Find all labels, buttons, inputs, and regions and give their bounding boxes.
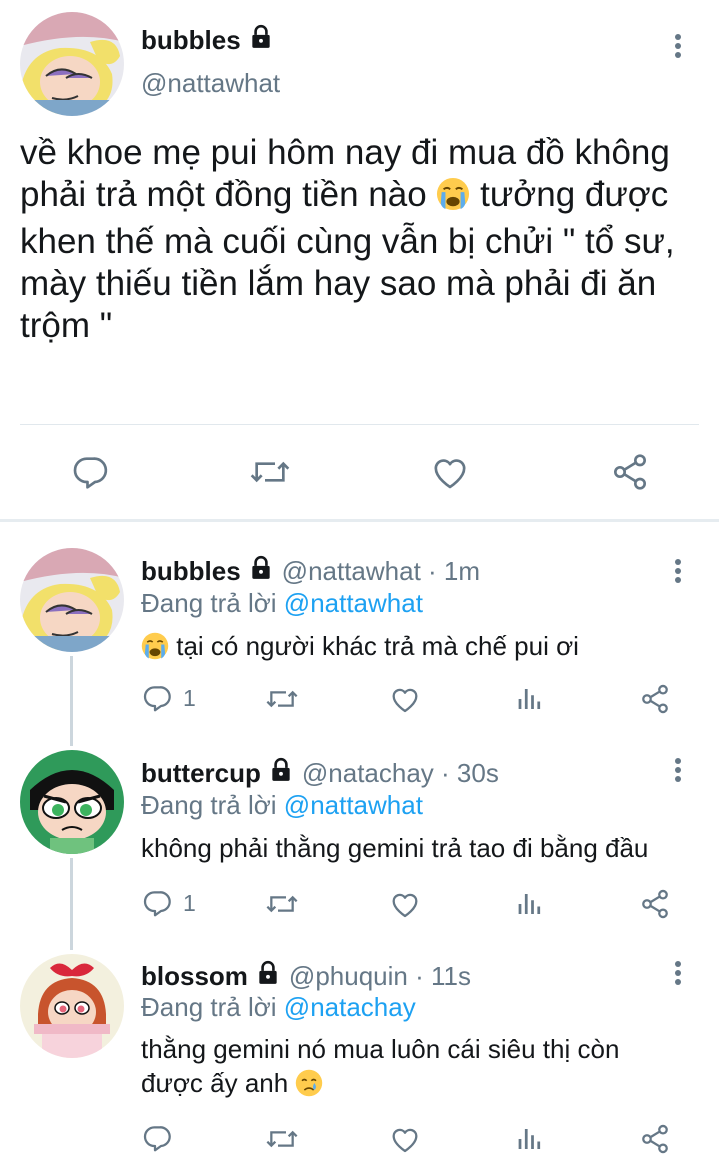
replying-prefix: Đang trả lời (141, 790, 277, 820)
heart-icon[interactable] (430, 452, 470, 492)
tweet-text: về khoe mẹ pui hôm nay đi mua đồ không p… (20, 132, 700, 347)
more-vertical-icon[interactable] (666, 31, 690, 61)
lock-icon (268, 757, 294, 790)
reply-tweet: blossom @phuquin · 11s Đang trả lời @nat… (0, 950, 719, 1170)
replying-prefix: Đang trả lời (141, 992, 277, 1022)
reply-header: bubbles @nattawhat · 1m (141, 555, 480, 588)
reply-button[interactable] (141, 1122, 183, 1154)
reply-text-body: tại có người khác trả mà chế pui ơi (169, 631, 579, 661)
handle-time[interactable]: @phuquin · 11s (289, 961, 471, 992)
share-icon[interactable] (610, 452, 650, 492)
reply-tweet: buttercup @natachay · 30s Đang trả lời @… (0, 745, 719, 950)
reply-text-body: thằng gemini nó mua luôn cái siêu thị cò… (141, 1034, 620, 1098)
share-icon[interactable] (639, 888, 671, 920)
share-icon[interactable] (639, 1123, 671, 1155)
handle-time[interactable]: @nattawhat · 1m (282, 556, 480, 587)
section-divider (0, 519, 719, 522)
display-name[interactable]: bubbles (141, 556, 241, 587)
reply-text: tại có người khác trả mà chế pui ơi (141, 629, 701, 668)
reply-button[interactable]: 1 (141, 887, 196, 919)
tweet-actions (0, 440, 719, 504)
heart-icon[interactable] (389, 888, 421, 920)
handle-time[interactable]: @natachay · 30s (302, 758, 499, 789)
reply-tweet: bubbles @nattawhat · 1m Đang trả lời @na… (0, 540, 719, 746)
comment-icon (143, 1126, 171, 1152)
avatar[interactable] (20, 12, 124, 116)
analytics-icon[interactable] (515, 1124, 545, 1154)
divider (20, 424, 699, 425)
avatar[interactable] (20, 954, 124, 1058)
thread-line (70, 858, 73, 950)
display-name-text: bubbles (141, 25, 241, 55)
comment-icon (143, 686, 171, 712)
retweet-icon[interactable] (264, 683, 300, 715)
mention-link[interactable]: @natachay (284, 992, 416, 1022)
reply-header: buttercup @natachay · 30s (141, 757, 499, 790)
crying-face-emoji (295, 1069, 323, 1105)
mention-link[interactable]: @nattawhat (284, 790, 423, 820)
more-vertical-icon[interactable] (666, 755, 690, 785)
display-name[interactable]: bubbles (141, 24, 274, 57)
more-vertical-icon[interactable] (666, 556, 690, 586)
handle[interactable]: @nattawhat (141, 68, 280, 99)
retweet-icon[interactable] (264, 888, 300, 920)
thread-line (70, 656, 73, 746)
replying-to: Đang trả lời @nattawhat (141, 790, 423, 821)
display-name[interactable]: blossom (141, 961, 248, 992)
reply-count: 1 (183, 889, 196, 916)
reply-text: không phải thằng gemini trả tao đi bằng … (141, 833, 649, 863)
reply-text: thằng gemini nó mua luôn cái siêu thị cò… (141, 1032, 681, 1105)
display-name[interactable]: buttercup (141, 758, 261, 789)
main-tweet: bubbles @nattawhat về khoe mẹ pui hôm na… (0, 0, 719, 520)
loudly-crying-face-emoji (436, 177, 470, 221)
reply-header: blossom @phuquin · 11s (141, 960, 471, 993)
analytics-icon[interactable] (515, 889, 545, 919)
lock-icon (248, 555, 274, 588)
lock-icon (255, 960, 281, 993)
lock-icon (248, 24, 274, 57)
reply-button[interactable]: 1 (141, 682, 196, 714)
retweet-icon[interactable] (248, 452, 292, 492)
comment-icon (143, 891, 171, 917)
comment-icon[interactable] (70, 452, 110, 492)
reply-count: 1 (183, 684, 196, 711)
heart-icon[interactable] (389, 1123, 421, 1155)
avatar[interactable] (20, 548, 124, 652)
share-icon[interactable] (639, 683, 671, 715)
analytics-icon[interactable] (515, 684, 545, 714)
avatar[interactable] (20, 750, 124, 854)
replying-prefix: Đang trả lời (141, 588, 277, 618)
retweet-icon[interactable] (264, 1123, 300, 1155)
loudly-crying-face-emoji (141, 632, 169, 668)
mention-link[interactable]: @nattawhat (284, 588, 423, 618)
replying-to: Đang trả lời @nattawhat (141, 588, 423, 619)
more-vertical-icon[interactable] (666, 958, 690, 988)
replying-to: Đang trả lời @natachay (141, 992, 416, 1023)
heart-icon[interactable] (389, 683, 421, 715)
